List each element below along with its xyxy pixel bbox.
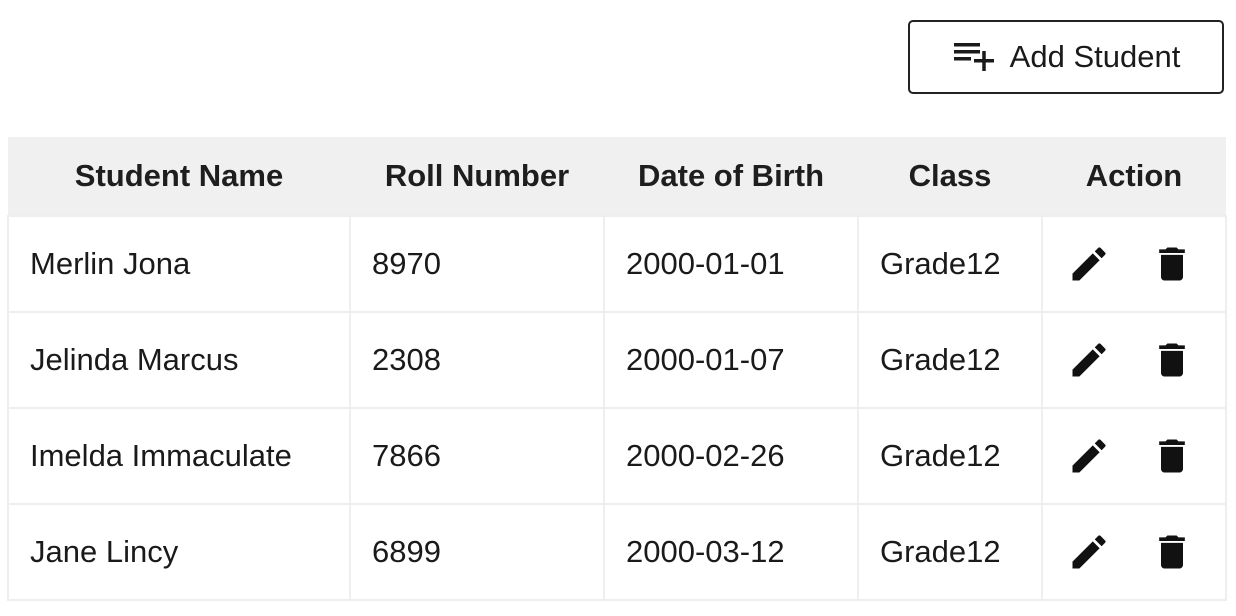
edit-button[interactable] [1067,338,1111,382]
table-row: Imelda Immaculate 7866 2000-02-26 Grade1… [7,407,1227,505]
add-student-button[interactable]: Add Student [908,20,1224,94]
delete-icon [1158,535,1185,569]
students-table: Student Name Roll Number Date of Birth C… [7,137,1227,601]
delete-icon [1158,439,1185,473]
delete-button[interactable] [1150,242,1194,286]
delete-button[interactable] [1150,530,1194,574]
playlist-add-icon [952,33,996,81]
cell-date-of-birth: 2000-01-01 [603,215,859,313]
cell-class: Grade12 [857,503,1043,601]
edit-icon [1072,439,1106,473]
cell-roll-number: 8970 [349,215,605,313]
header-class: Class [858,137,1042,216]
cell-roll-number: 6899 [349,503,605,601]
table-row: Jelinda Marcus 2308 2000-01-07 Grade12 [7,311,1227,409]
cell-student-name: Jane Lincy [7,503,351,601]
cell-roll-number: 2308 [349,311,605,409]
cell-actions [1041,503,1227,601]
edit-button[interactable] [1067,530,1111,574]
header-roll-number: Roll Number [350,137,604,216]
header-action: Action [1042,137,1226,216]
cell-class: Grade12 [857,311,1043,409]
table-row: Merlin Jona 8970 2000-01-01 Grade12 [7,215,1227,313]
cell-date-of-birth: 2000-03-12 [603,503,859,601]
cell-actions [1041,311,1227,409]
edit-icon [1072,343,1106,377]
cell-student-name: Jelinda Marcus [7,311,351,409]
table-row: Jane Lincy 6899 2000-03-12 Grade12 [7,503,1227,601]
add-student-label: Add Student [1009,39,1181,74]
table-header-row: Student Name Roll Number Date of Birth C… [8,137,1226,216]
delete-button[interactable] [1150,434,1194,478]
cell-student-name: Merlin Jona [7,215,351,313]
cell-actions [1041,215,1227,313]
edit-button[interactable] [1067,242,1111,286]
edit-button[interactable] [1067,434,1111,478]
cell-student-name: Imelda Immaculate [7,407,351,505]
cell-date-of-birth: 2000-02-26 [603,407,859,505]
delete-icon [1158,247,1185,281]
edit-icon [1072,247,1106,281]
cell-actions [1041,407,1227,505]
cell-date-of-birth: 2000-01-07 [603,311,859,409]
header-date-of-birth: Date of Birth [604,137,858,216]
edit-icon [1072,535,1106,569]
delete-button[interactable] [1150,338,1194,382]
cell-roll-number: 7866 [349,407,605,505]
delete-icon [1158,343,1185,377]
header-student-name: Student Name [8,137,350,216]
cell-class: Grade12 [857,407,1043,505]
cell-class: Grade12 [857,215,1043,313]
